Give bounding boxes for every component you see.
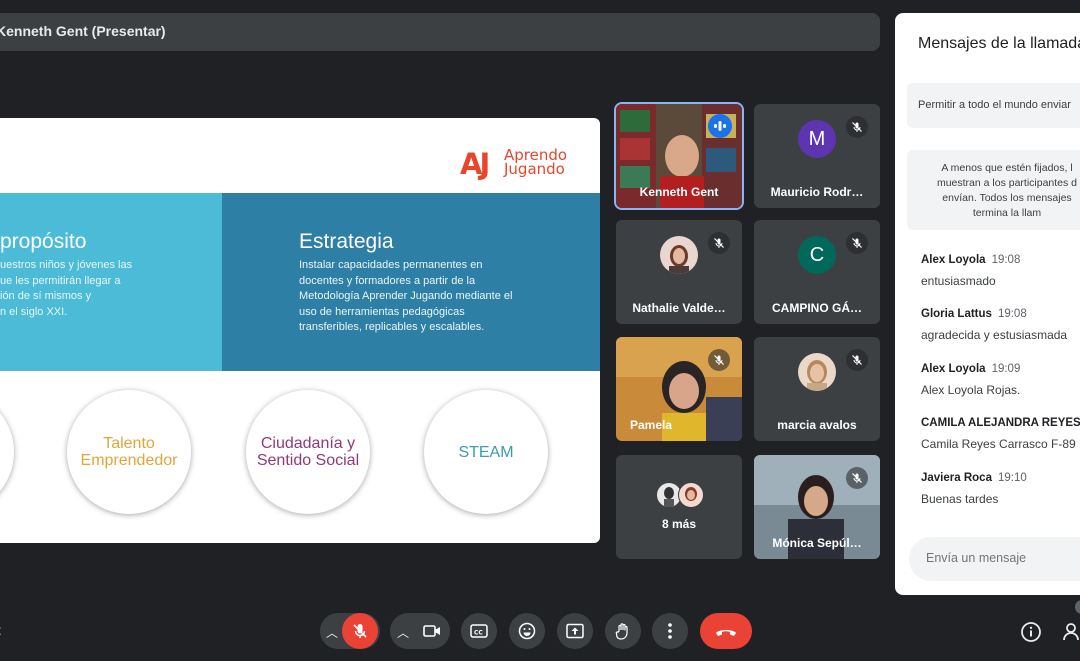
- presentation-slide: AJ Aprendo Jugando propósito uestros niñ…: [0, 118, 600, 543]
- mic-off-icon: [708, 232, 730, 254]
- participant-tile-pamela[interactable]: Pamela: [616, 337, 742, 441]
- purpose-text: uestros niños y jóvenes las ue les permi…: [0, 259, 133, 318]
- participant-name: marcia avalos: [777, 418, 857, 432]
- message-text: agradecida y estusiasmada: [921, 328, 1068, 342]
- participant-name: CAMPINO GÁ…: [772, 301, 862, 315]
- camera-options-chevron-icon[interactable]: ︿: [397, 624, 409, 641]
- circle-talento: Talento Emprendedor: [67, 390, 191, 514]
- hang-up-icon: [716, 630, 736, 636]
- message-time: 19:08: [997, 308, 1027, 320]
- purpose-title: propósito: [0, 230, 87, 253]
- logo-line-2: Jugando: [504, 160, 565, 178]
- message-author: CAMILA ALEJANDRA REYES C: [921, 417, 1080, 429]
- present-screen-button[interactable]: [557, 613, 593, 649]
- aprendo-jugando-logo: AJ Aprendo Jugando: [460, 147, 575, 181]
- more-vertical-icon: [668, 623, 672, 639]
- people-icon: [1063, 623, 1079, 641]
- presenter-bar: Kenneth Gent (Presentar): [0, 13, 880, 51]
- mic-off-icon: [353, 624, 367, 638]
- chat-message: Alex Loyola 19:09 Alex Loyola Rojas.: [921, 363, 1080, 397]
- meeting-code: t: [0, 622, 1, 638]
- more-participants-label: 8 más: [661, 517, 697, 531]
- participant-tile-mauricio[interactable]: M Mauricio Rodr…: [754, 104, 880, 208]
- closed-captions-icon: CC: [470, 624, 488, 638]
- reactions-button[interactable]: [509, 613, 545, 649]
- message-text: Camila Reyes Carrasco F-89: [921, 437, 1076, 451]
- participant-name: Nathalie Valde…: [632, 301, 726, 315]
- chat-message: Javiera Roca 19:10 Buenas tardes: [921, 472, 1080, 506]
- participant-tile-kenneth[interactable]: Kenneth Gent: [616, 104, 742, 208]
- circle-partial: [0, 390, 14, 514]
- captions-button[interactable]: CC: [461, 613, 497, 649]
- participant-name: Mónica Sepúl…: [772, 536, 862, 550]
- participant-tile-campino[interactable]: C CAMPINO GÁ…: [754, 220, 880, 324]
- presenter-label: Kenneth Gent (Presentar): [0, 23, 166, 39]
- participant-name: Mauricio Rodr…: [770, 185, 864, 199]
- circle-ciudadania: Ciudadanía y Sentido Social: [246, 390, 370, 514]
- svg-text:CC: CC: [474, 630, 483, 637]
- emoji-icon: [518, 622, 536, 640]
- avatar: M: [798, 120, 836, 158]
- raise-hand-button[interactable]: [605, 613, 641, 649]
- avatar: [798, 353, 836, 391]
- mic-off-icon: [846, 349, 868, 371]
- avatar: C: [798, 236, 836, 274]
- strategy-text: Instalar capacidades permanentes en doce…: [299, 259, 513, 333]
- allow-everyone-label: Permitir a todo el mundo enviar: [918, 99, 1071, 111]
- message-text: entusiasmado: [921, 274, 996, 288]
- strategy-title: Estrategia: [299, 230, 394, 253]
- message-author: Javiera Roca: [921, 472, 992, 484]
- mic-off-icon: [846, 467, 868, 489]
- participant-tile-marcia[interactable]: marcia avalos: [754, 337, 880, 441]
- participant-tile-monica[interactable]: Mónica Sepúl…: [754, 455, 880, 559]
- message-text: Buenas tardes: [921, 492, 999, 506]
- camera-icon: [423, 625, 440, 637]
- logo-mark: AJ: [460, 147, 490, 181]
- chat-message: Gloria Lattus 19:08 agradecida y estusias…: [921, 308, 1080, 342]
- mic-off-icon: [708, 349, 730, 371]
- chat-panel: Mensajes de la llamada Permitir a todo e…: [895, 13, 1080, 595]
- speaking-indicator-icon: [708, 114, 732, 138]
- message-author: Gloria Lattus: [921, 308, 992, 320]
- message-time: 19:08: [991, 254, 1021, 266]
- leave-call-button[interactable]: [700, 613, 752, 649]
- chat-message: CAMILA ALEJANDRA REYES C Camila Reyes Ca…: [921, 417, 1080, 451]
- present-screen-icon: [566, 623, 584, 639]
- chat-message-input[interactable]: [924, 550, 1080, 566]
- circle-steam: STEAM: [424, 390, 548, 514]
- chat-info-text: A menos que estén fijados, l muestran a …: [936, 162, 1078, 219]
- message-time: 19:09: [991, 363, 1021, 375]
- participants-button[interactable]: [1062, 621, 1080, 643]
- hand-icon: [615, 623, 628, 640]
- message-author: Alex Loyola: [921, 254, 986, 266]
- meeting-details-button[interactable]: [1020, 621, 1042, 643]
- avatar: [660, 236, 698, 274]
- chat-title: Mensajes de la llamada: [918, 35, 1080, 52]
- participant-name: Pamela: [630, 418, 673, 432]
- message-time: 19:10: [997, 472, 1027, 484]
- camera-toggle-button[interactable]: [414, 613, 450, 649]
- mic-off-icon: [846, 232, 868, 254]
- chat-message: Alex Loyola 19:08 entusiasmado: [921, 254, 1080, 288]
- allow-everyone-toggle[interactable]: Permitir a todo el mundo enviar: [907, 83, 1080, 128]
- participant-tile-nathalie[interactable]: Nathalie Valde…: [616, 220, 742, 324]
- mic-options-chevron-icon[interactable]: ︿: [326, 624, 338, 641]
- avatar: [678, 482, 704, 508]
- participant-tile-more[interactable]: 8 más: [616, 455, 742, 559]
- message-author: Alex Loyola: [921, 363, 986, 375]
- mic-off-icon: [846, 116, 868, 138]
- participant-name: Kenneth Gent: [639, 185, 719, 199]
- chat-info-note: A menos que estén fijados, l muestran a …: [907, 150, 1080, 230]
- message-text: Alex Loyola Rojas.: [921, 383, 1021, 397]
- info-icon: [1021, 622, 1041, 642]
- chat-input-box[interactable]: [909, 537, 1080, 581]
- mic-toggle-button[interactable]: [342, 613, 378, 649]
- participant-count-badge: [1075, 600, 1080, 614]
- more-options-button[interactable]: [652, 613, 688, 649]
